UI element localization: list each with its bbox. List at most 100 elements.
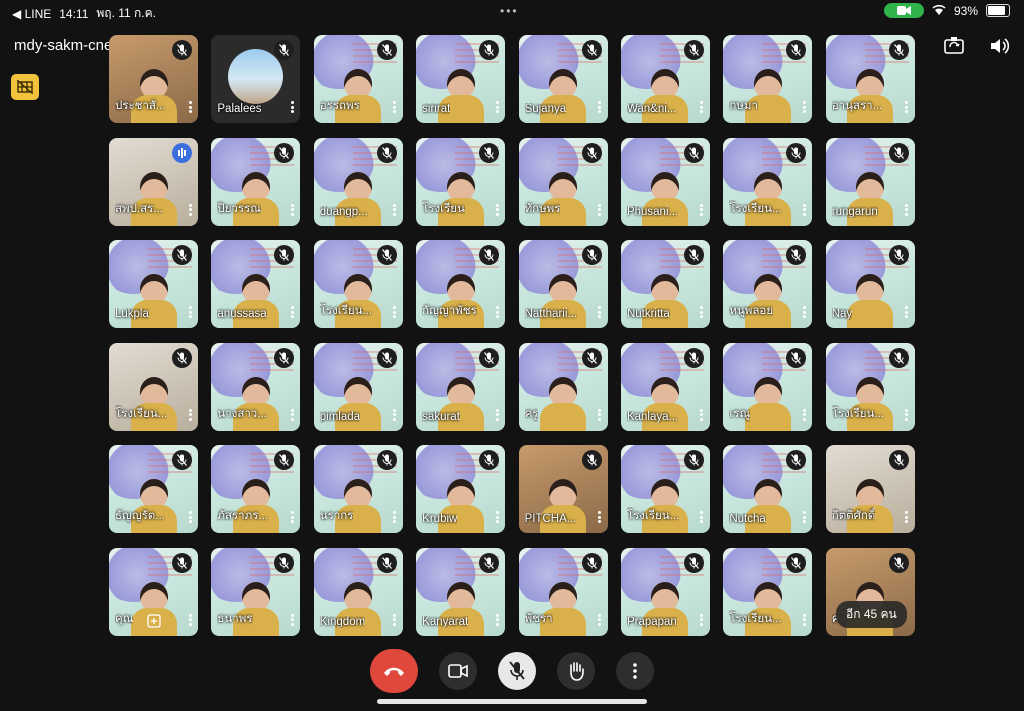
more-vert-icon[interactable]	[187, 100, 193, 114]
participant-tile[interactable]: โรงเรียน...	[723, 137, 813, 226]
home-indicator[interactable]	[377, 699, 647, 704]
participant-tile[interactable]: โรงเรียน...	[723, 547, 813, 636]
more-vert-icon[interactable]	[699, 510, 705, 524]
more-vert-icon[interactable]	[187, 203, 193, 217]
more-vert-icon[interactable]	[597, 613, 603, 627]
more-vert-icon[interactable]	[392, 408, 398, 422]
more-vert-icon[interactable]	[904, 510, 910, 524]
participant-tile[interactable]: คุณ	[109, 547, 198, 636]
participant-tile[interactable]: Nattharii...	[518, 240, 608, 329]
participant-tile[interactable]: sakurat	[416, 342, 506, 431]
participant-tile[interactable]: ภัสราภร...	[211, 445, 301, 534]
more-vert-icon[interactable]	[392, 203, 398, 217]
participant-tile[interactable]: sirirat	[416, 35, 506, 123]
camera-button[interactable]	[439, 652, 477, 690]
more-vert-icon[interactable]	[801, 408, 807, 422]
more-vert-icon[interactable]	[904, 305, 910, 319]
camera-flip-button[interactable]	[943, 36, 965, 56]
more-vert-icon[interactable]	[699, 305, 705, 319]
more-vert-icon[interactable]	[392, 100, 398, 114]
more-vert-icon[interactable]	[187, 613, 193, 627]
participant-tile[interactable]: โรงเรียน...	[313, 240, 403, 329]
participant-tile[interactable]: anussasa	[211, 240, 301, 329]
participant-tile[interactable]: กิตติศักดิ์	[825, 445, 915, 534]
more-vert-icon[interactable]	[699, 203, 705, 217]
participant-tile[interactable]: ธนาพร	[211, 547, 301, 636]
participant-tile[interactable]: Kanlaya...	[620, 342, 710, 431]
more-vert-icon[interactable]	[699, 100, 705, 114]
participant-tile[interactable]: ธัญญรัต...	[109, 445, 198, 534]
participant-tile[interactable]: Nutkritta	[620, 240, 710, 329]
participant-tile[interactable]: ทักษพร	[518, 137, 608, 226]
participant-tile[interactable]: กษมา	[723, 35, 813, 123]
participant-tile[interactable]: Kanyarat	[416, 547, 506, 636]
picture-in-picture-icon[interactable]	[147, 614, 161, 628]
participant-tile[interactable]: อานุสรา...	[825, 35, 915, 123]
participant-tile[interactable]: Nay	[825, 240, 915, 329]
raise-hand-button[interactable]	[557, 652, 595, 690]
more-vert-icon[interactable]	[801, 100, 807, 114]
more-vert-icon[interactable]	[494, 203, 500, 217]
participant-tile[interactable]: Phusani...	[620, 137, 710, 226]
participant-tile[interactable]: ประชาสั...	[109, 35, 198, 123]
more-vert-icon[interactable]	[494, 100, 500, 114]
participant-tile[interactable]: โรงเรียน...	[109, 342, 198, 431]
more-vert-icon[interactable]	[801, 613, 807, 627]
more-vert-icon[interactable]	[801, 203, 807, 217]
back-to-line-link[interactable]: ◀ LINE	[12, 7, 51, 21]
layout-badge[interactable]	[11, 74, 39, 100]
more-vert-icon[interactable]	[289, 100, 295, 114]
more-vert-icon[interactable]	[494, 305, 500, 319]
participant-tile[interactable]: ครู	[518, 342, 608, 431]
more-vert-icon[interactable]	[289, 408, 295, 422]
more-vert-icon[interactable]	[597, 510, 603, 524]
more-participants-badge[interactable]: อีก 45 คน	[836, 600, 907, 628]
more-vert-icon[interactable]	[494, 510, 500, 524]
microphone-button[interactable]	[498, 652, 536, 690]
more-vert-icon[interactable]	[801, 510, 807, 524]
participant-tile[interactable]: Lukpla	[109, 240, 198, 329]
participant-tile[interactable]: พัชรา	[518, 547, 608, 636]
more-vert-icon[interactable]	[801, 305, 807, 319]
participant-tile[interactable]: rungarun	[825, 137, 915, 226]
participant-tile[interactable]: โรงเรียน	[416, 137, 506, 226]
more-vert-icon[interactable]	[904, 100, 910, 114]
more-vert-icon[interactable]	[904, 408, 910, 422]
more-vert-icon[interactable]	[904, 203, 910, 217]
participant-tile[interactable]: เรณู	[723, 342, 813, 431]
more-vert-icon[interactable]	[187, 305, 193, 319]
participant-tile[interactable]: โรงเรียน...	[825, 342, 915, 431]
participant-tile[interactable]: หนูพลอย	[723, 240, 813, 329]
participant-tile[interactable]: คอีก 45 คน	[825, 547, 915, 636]
audio-output-button[interactable]	[989, 36, 1011, 56]
more-vert-icon[interactable]	[187, 408, 193, 422]
more-vert-icon[interactable]	[187, 510, 193, 524]
more-vert-icon[interactable]	[494, 408, 500, 422]
more-vert-icon[interactable]	[494, 613, 500, 627]
more-vert-icon[interactable]	[289, 203, 295, 217]
participant-tile[interactable]: Nutcha	[723, 445, 813, 534]
participant-tile[interactable]: สพป.สร...	[109, 137, 198, 226]
more-vert-icon[interactable]	[289, 510, 295, 524]
participant-tile[interactable]: Palalees	[211, 35, 301, 123]
participant-tile[interactable]: โรงเรียน...	[620, 445, 710, 534]
more-vert-icon[interactable]	[699, 613, 705, 627]
participant-tile[interactable]: Kingdom	[313, 547, 403, 636]
more-vert-icon[interactable]	[392, 613, 398, 627]
participant-tile[interactable]: PITCHA...	[518, 445, 608, 534]
more-options-button[interactable]	[616, 652, 654, 690]
participant-tile[interactable]: นรากร	[313, 445, 403, 534]
more-vert-icon[interactable]	[597, 100, 603, 114]
participant-tile[interactable]: กัญญาพัชร	[416, 240, 506, 329]
more-vert-icon[interactable]	[597, 203, 603, 217]
participant-tile[interactable]: Prapapan	[620, 547, 710, 636]
multitask-dots[interactable]: •••	[500, 4, 519, 18]
more-vert-icon[interactable]	[597, 305, 603, 319]
participant-tile[interactable]: นางสาว...	[211, 342, 301, 431]
more-vert-icon[interactable]	[392, 305, 398, 319]
more-vert-icon[interactable]	[699, 408, 705, 422]
more-vert-icon[interactable]	[289, 613, 295, 627]
more-vert-icon[interactable]	[597, 408, 603, 422]
participant-tile[interactable]: duangp...	[313, 137, 403, 226]
participant-tile[interactable]: Wan&ni...	[620, 35, 710, 123]
